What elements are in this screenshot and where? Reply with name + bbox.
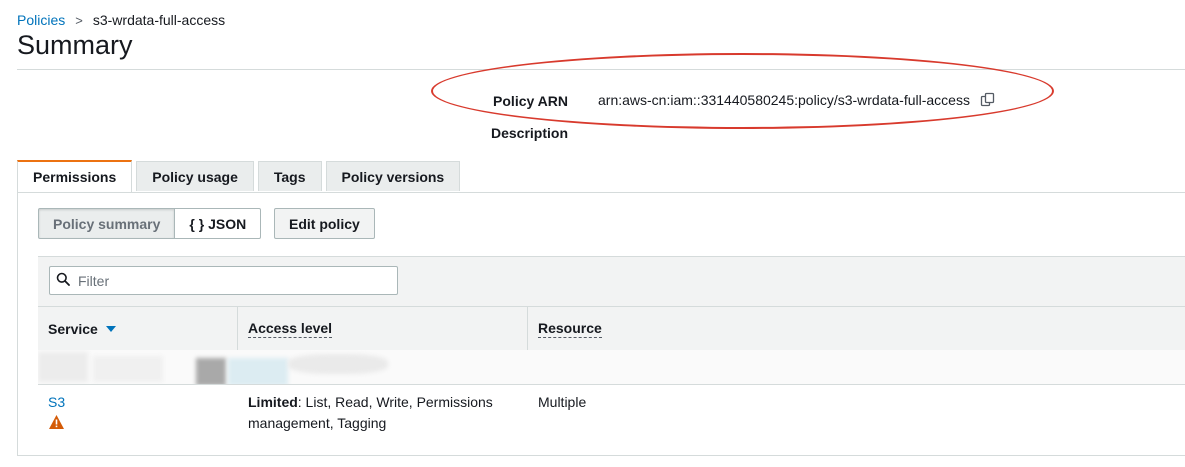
redacted-row (38, 350, 1185, 385)
edit-policy-button[interactable]: Edit policy (274, 208, 375, 239)
breadcrumb-current: s3-wrdata-full-access (92, 12, 226, 28)
policy-arn-text: arn:aws-cn:iam::331440580245:policy/s3-w… (598, 92, 970, 108)
service-link-s3[interactable]: S3 (48, 392, 65, 413)
filter-input[interactable] (76, 271, 380, 290)
policy-arn-value: arn:aws-cn:iam::331440580245:policy/s3-w… (598, 92, 996, 108)
title-divider (17, 69, 1185, 70)
sort-desc-icon[interactable] (105, 325, 116, 332)
filter-field[interactable] (49, 266, 398, 295)
resource-cell: Multiple (538, 394, 587, 410)
warning-icon (48, 414, 65, 430)
column-resource-label: Resource (538, 319, 602, 338)
column-access-level[interactable]: Access level (237, 307, 527, 350)
tab-bar: Permissions Policy usage Tags Policy ver… (17, 160, 464, 192)
policy-summary-button[interactable]: Policy summary (38, 208, 176, 239)
tab-tags[interactable]: Tags (257, 161, 322, 191)
access-level-prefix: Limited (248, 394, 298, 410)
json-button[interactable]: { } JSON (175, 208, 262, 239)
access-level-cell: Limited: List, Read, Write, Permissions … (248, 392, 518, 434)
column-access-level-label: Access level (248, 319, 333, 338)
tab-permissions[interactable]: Permissions (17, 160, 133, 192)
breadcrumb-policies-link[interactable]: Policies (17, 12, 65, 28)
policy-arn-label: Policy ARN (493, 93, 568, 109)
breadcrumb-separator: > (75, 12, 83, 28)
page-title: Summary (17, 30, 133, 60)
column-service[interactable]: Service (38, 307, 237, 350)
annotation-ellipse (431, 53, 1054, 129)
tab-policy-versions[interactable]: Policy versions (325, 161, 461, 191)
column-service-label: Service (48, 320, 98, 337)
panel-border-bottom (17, 455, 1185, 456)
description-label: Description (490, 125, 568, 141)
copy-icon[interactable] (980, 92, 996, 108)
column-resource[interactable]: Resource (527, 307, 1185, 350)
tab-policy-usage[interactable]: Policy usage (136, 161, 254, 191)
table-header: Service Access level Resource (38, 306, 1185, 351)
view-toggle: Policy summary { } JSON (38, 208, 262, 239)
breadcrumb: Policies > s3-wrdata-full-access (17, 12, 225, 28)
search-icon (56, 272, 70, 289)
tab-divider (17, 192, 1185, 193)
panel-border-left (17, 192, 18, 456)
